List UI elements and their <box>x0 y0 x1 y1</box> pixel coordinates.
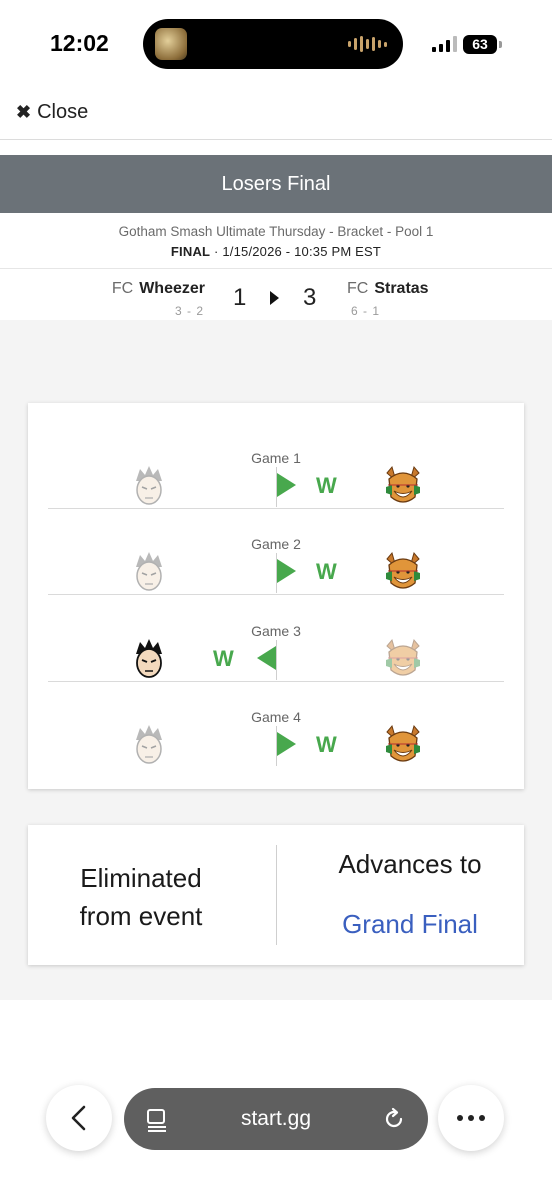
modal-header: ✖ Close <box>0 90 552 140</box>
win-arrow-right-icon <box>277 732 296 756</box>
loser-outcome: Eliminated from event <box>28 859 254 935</box>
loser-outcome-line1: Eliminated <box>80 863 202 893</box>
close-label: Close <box>37 101 89 123</box>
game-divider <box>276 640 277 680</box>
game-label: Game 4 <box>251 709 301 725</box>
audio-wave-icon <box>348 35 387 53</box>
player-left[interactable]: FC Wheezer <box>112 280 205 298</box>
close-x-icon: ✖ <box>16 102 32 122</box>
fox-icon <box>386 551 420 589</box>
event-name: Gotham Smash Ultimate Thursday - Bracket… <box>118 224 434 239</box>
chevron-left-icon <box>71 1105 86 1131</box>
loser-outcome-line2: from event <box>79 901 203 931</box>
winner-outcome-title: Advances to <box>338 849 482 879</box>
address-bar[interactable]: start.gg <box>124 1088 428 1150</box>
game-row: Game 3 W <box>48 596 504 682</box>
player-right-prefix: FC <box>347 280 369 297</box>
status-time: 12:02 <box>50 30 109 56</box>
win-indicator: W <box>316 559 337 584</box>
match-state: FINAL <box>170 244 211 259</box>
player-right-record: 6 - 1 <box>351 304 381 318</box>
player-left-name: Wheezer <box>139 280 205 297</box>
score-arrow-icon <box>270 291 279 305</box>
result-card: Eliminated from event Advances to Grand … <box>28 825 524 965</box>
match-status: FINAL · 1/15/2026 - 10:35 PM EST <box>0 244 552 259</box>
player-left-record: 3 - 2 <box>174 304 204 318</box>
status-bar: 12:02 63 <box>0 0 552 90</box>
game-row: Game 1 W <box>48 423 504 509</box>
score-left: 1 <box>233 284 247 311</box>
player-left-prefix: FC <box>111 280 134 297</box>
cellular-signal-icon <box>432 36 457 52</box>
match-datetime: · 1/15/2026 - 10:35 PM EST <box>210 244 382 259</box>
win-arrow-right-icon <box>277 559 296 583</box>
back-button[interactable] <box>46 1085 112 1151</box>
player-right[interactable]: FC Stratas <box>347 280 429 298</box>
fox-icon <box>386 465 420 503</box>
game-row: Game 4 W <box>48 682 504 768</box>
close-button[interactable]: ✖ Close <box>16 101 88 124</box>
game-label: Game 3 <box>251 623 301 639</box>
next-match-link[interactable]: Grand Final <box>290 909 530 940</box>
win-indicator: W <box>213 646 234 671</box>
score-right: 3 <box>303 284 317 311</box>
kazuya-icon <box>136 725 162 764</box>
win-indicator: W <box>316 732 337 757</box>
ellipsis-icon <box>457 1115 485 1121</box>
round-title: Losers Final <box>0 155 552 213</box>
now-playing-artwork <box>155 28 187 60</box>
battery-tip <box>499 41 502 48</box>
result-divider <box>276 845 277 945</box>
win-arrow-left-icon <box>257 646 276 670</box>
dynamic-island[interactable] <box>143 19 403 69</box>
player-right-name: Stratas <box>374 280 429 297</box>
kazuya-icon <box>136 639 162 678</box>
kazuya-icon <box>136 552 162 591</box>
fox-icon <box>386 638 420 676</box>
win-arrow-right-icon <box>277 473 296 497</box>
battery-icon: 63 <box>463 35 497 54</box>
browser-toolbar: start.gg <box>0 1085 552 1155</box>
games-card: Game 1 W Game 2 W Game 3 W Game 4 W <box>28 403 524 789</box>
match-meta: Gotham Smash Ultimate Thursday - Bracket… <box>0 213 552 269</box>
fox-icon <box>386 724 420 762</box>
more-options-button[interactable] <box>438 1085 504 1151</box>
reload-icon[interactable] <box>382 1107 406 1131</box>
game-row: Game 2 W <box>48 509 504 595</box>
win-indicator: W <box>316 473 337 498</box>
game-label: Game 2 <box>251 536 301 552</box>
kazuya-icon <box>136 466 162 505</box>
game-label: Game 1 <box>251 450 301 466</box>
